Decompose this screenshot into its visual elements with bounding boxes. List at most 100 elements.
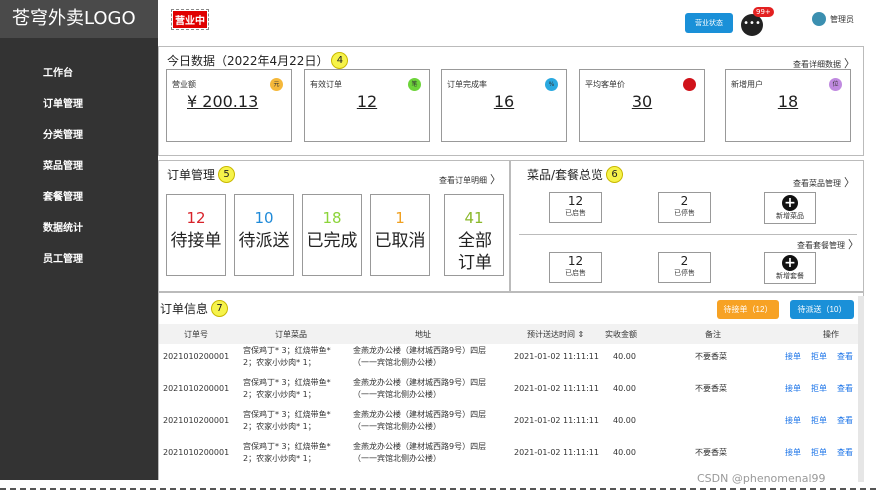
stat-label: 新增用户 [731, 80, 763, 89]
sidebar-item-setmeals[interactable]: 套餐管理 [0, 182, 158, 213]
table-row: 2021010200001 宫保鸡丁* 3；红烧带鱼* 2；农家小炒肉* 1； 金… [159, 345, 863, 377]
order-note: 不要香菜 [695, 352, 727, 361]
view-order-link[interactable]: 查看 [837, 447, 853, 458]
order-box-pending[interactable]: 12 待接单 [166, 194, 226, 276]
order-dishes-line: 宫保鸡丁* 3；红烧带鱼* [243, 378, 331, 387]
order-box-cancelled[interactable]: 1 已取消 [370, 194, 430, 276]
order-mgmt-title-wrap: 订单管理 5 [167, 166, 236, 183]
view-set-management-label: 查看套餐管理 [797, 241, 845, 250]
sidebar-item-dishes[interactable]: 菜品管理 [0, 151, 158, 182]
stat-value: 18 [777, 92, 799, 111]
stat-label: 营业额 [172, 80, 196, 89]
order-box-to-deliver[interactable]: 10 待派送 [234, 194, 294, 276]
order-address-line: （一一宾馆北侧办公楼） [353, 454, 441, 463]
view-dish-management-link[interactable]: 查看菜品管理〉 [793, 174, 855, 190]
set-off-sale: 2 已停售 [658, 252, 711, 283]
view-order-link[interactable]: 查看 [837, 351, 853, 362]
to-deliver-orders-button[interactable]: 待派送（10） [790, 300, 854, 319]
order-box-completed[interactable]: 18 已完成 [302, 194, 362, 276]
admin-label: 管理员 [830, 14, 854, 24]
today-data-title-wrap: 今日数据（2022年4月22日） 4 [167, 52, 349, 69]
reject-order-link[interactable]: 拒单 [811, 351, 827, 362]
view-order-link[interactable]: 查看 [837, 383, 853, 394]
accept-order-link[interactable]: 接单 [785, 415, 801, 426]
stat-card-revenue: 营业额 元 ¥ 200.13 [166, 69, 292, 142]
admin-menu[interactable]: 管理员 [812, 12, 854, 26]
order-box-all[interactable]: 41 全部订单 [444, 194, 504, 276]
accept-order-link[interactable]: 接单 [785, 447, 801, 458]
stat-card-valid-orders: 有效订单 笔 12 [304, 69, 430, 142]
order-address-line: 金燕龙办公楼（建材城西路9号）四层 [353, 346, 487, 355]
table-header: 订单号 订单菜品 地址 预计送达时间 ⇕ 实收金额 备注 操作 [159, 324, 863, 344]
column-header: 备注 [705, 330, 721, 339]
business-status-button[interactable]: 营业状态 [685, 13, 733, 33]
stat-value: ¥ 200.13 [187, 92, 259, 111]
column-header: 订单号 [184, 330, 208, 339]
sidebar-item-workbench[interactable]: 工作台 [0, 58, 158, 89]
order-management-panel: 订单管理 5 查看订单明细〉 12 待接单 10 待派送 18 已完成 1 已取… [158, 160, 510, 292]
delivery-time: 2021-01-02 11:11:11 [514, 352, 599, 361]
order-count: 10 [254, 209, 274, 227]
sidebar-nav: 工作台 订单管理 分类管理 菜品管理 套餐管理 数据统计 员工管理 [0, 58, 158, 275]
order-id: 2021010200001 [163, 384, 230, 393]
order-dishes-line: 2；农家小炒肉* 1； [243, 390, 316, 399]
set-status-label: 已启售 [565, 269, 586, 277]
stat-value: 12 [356, 92, 378, 111]
view-order-link[interactable]: 查看 [837, 415, 853, 426]
message-button[interactable]: ••• 99+ [741, 7, 774, 36]
chevron-right-icon: 〉 [848, 238, 859, 251]
pending-orders-button[interactable]: 待接单（12） [717, 300, 779, 319]
add-dish-button[interactable]: + 新增菜品 [764, 192, 816, 224]
stat-value: 16 [493, 92, 515, 111]
dish-status-label: 已启售 [565, 209, 586, 217]
sidebar-item-statistics[interactable]: 数据统计 [0, 213, 158, 244]
today-data-title: 今日数据（2022年4月22日） [167, 54, 329, 68]
red-dot-icon [683, 78, 696, 91]
order-address: 金燕龙办公楼（建材城西路9号）四层 （一一宾馆北侧办公楼） [353, 441, 486, 465]
header: 营业中 营业状态 ••• 99+ 管理员 [158, 0, 876, 44]
view-details-label: 查看详细数据 [793, 60, 841, 69]
order-dishes-line: 宫保鸡丁* 3；红烧带鱼* [243, 442, 331, 451]
order-amount: 40.00 [613, 416, 636, 425]
table-scrollbar[interactable] [858, 296, 864, 482]
order-status-label: 已取消 [374, 231, 426, 251]
table-row: 2021010200001 宫保鸡丁* 3；红烧带鱼* 2；农家小炒肉* 1； 金… [159, 441, 863, 473]
stat-card-new-users: 新增用户 位 18 [725, 69, 851, 142]
delivery-time: 2021-01-02 11:11:11 [514, 416, 599, 425]
delivery-time: 2021-01-02 11:11:11 [514, 448, 599, 457]
accept-order-link[interactable]: 接单 [785, 351, 801, 362]
sidebar: 苍穹外卖LOGO 工作台 订单管理 分类管理 菜品管理 套餐管理 数据统计 员工… [0, 0, 158, 480]
order-dishes-line: 2；农家小炒肉* 1； [243, 454, 316, 463]
dish-overview-title: 菜品/套餐总览 [527, 168, 604, 182]
order-address-line: 金燕龙办公楼（建材城西路9号）四层 [353, 410, 487, 419]
order-address-line: （一一宾馆北侧办公楼） [353, 422, 441, 431]
order-count: 1 [395, 209, 405, 227]
sidebar-item-employees[interactable]: 员工管理 [0, 244, 158, 275]
order-amount: 40.00 [613, 352, 636, 361]
column-header: 实收金额 [605, 330, 637, 339]
dish-status-label: 已停售 [674, 209, 695, 217]
status-badge: 营业中 [171, 9, 209, 30]
column-header: 订单菜品 [275, 330, 307, 339]
order-address: 金燕龙办公楼（建材城西路9号）四层 （一一宾馆北侧办公楼） [353, 409, 486, 433]
order-info-title-wrap: 订单信息 7 [160, 300, 229, 317]
stat-label: 有效订单 [310, 80, 342, 89]
reject-order-link[interactable]: 拒单 [811, 447, 827, 458]
dish-on-sale: 12 已启售 [549, 192, 602, 223]
view-order-details-link[interactable]: 查看订单明细〉 [439, 171, 501, 187]
accept-order-link[interactable]: 接单 [785, 383, 801, 394]
reject-order-link[interactable]: 拒单 [811, 415, 827, 426]
order-address-line: （一一宾馆北侧办公楼） [353, 358, 441, 367]
set-status-label: 已停售 [674, 269, 695, 277]
order-dishes-line: 2；农家小炒肉* 1； [243, 422, 316, 431]
stat-label: 平均客单价 [585, 80, 625, 89]
reject-order-link[interactable]: 拒单 [811, 383, 827, 394]
add-set-button[interactable]: + 新增套餐 [764, 252, 816, 284]
stat-card-avg-price: 平均客单价 30 [579, 69, 705, 142]
yuan-icon: 元 [270, 78, 283, 91]
column-header-sortable[interactable]: 预计送达时间 ⇕ [527, 329, 584, 340]
order-address: 金燕龙办公楼（建材城西路9号）四层 （一一宾馆北侧办公楼） [353, 345, 486, 369]
view-set-management-link[interactable]: 查看套餐管理〉 [797, 236, 859, 252]
sidebar-item-categories[interactable]: 分类管理 [0, 120, 158, 151]
sidebar-item-orders[interactable]: 订单管理 [0, 89, 158, 120]
